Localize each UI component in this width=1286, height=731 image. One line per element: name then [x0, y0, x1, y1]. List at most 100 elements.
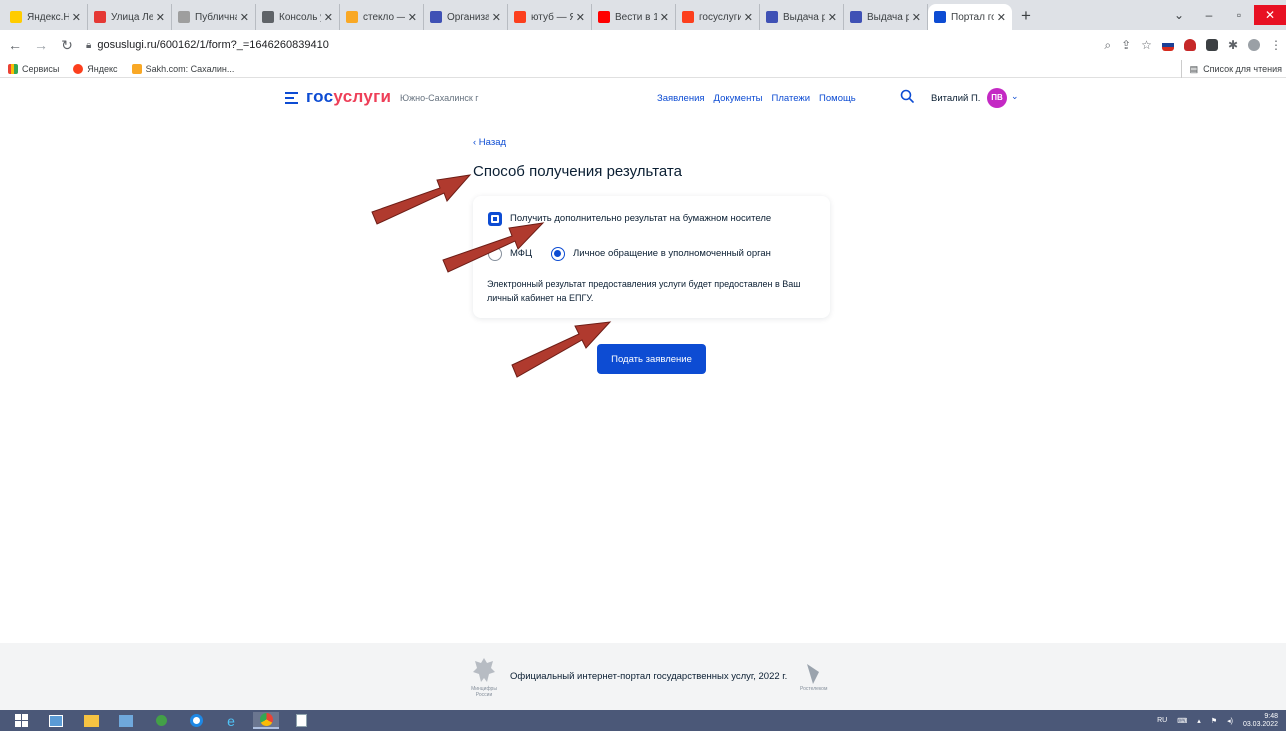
submit-application-button[interactable]: Подать заявление [597, 344, 706, 374]
tab-title: Публичная ка [195, 11, 237, 23]
reload-icon[interactable]: ↻ [56, 37, 78, 54]
extension-flag-icon[interactable] [1161, 39, 1174, 51]
tab-favicon-icon [766, 11, 778, 23]
maximize-icon[interactable]: ▫ [1224, 8, 1254, 22]
nav-payments[interactable]: Платежи [772, 93, 811, 104]
reading-list-button[interactable]: ▤ Список для чтения [1180, 60, 1282, 78]
back-arrow-icon[interactable]: ← [4, 37, 26, 53]
browser-tab[interactable]: Консоль упра✕ [256, 4, 340, 30]
share-icon[interactable]: ⇪ [1121, 38, 1131, 52]
user-name[interactable]: Виталий П. [931, 93, 980, 104]
tab-search-icon[interactable]: ⌄ [1164, 8, 1194, 22]
bookmark-yandex[interactable]: Яндекс [73, 63, 118, 74]
forward-arrow-icon[interactable]: → [30, 37, 52, 53]
tab-close-icon[interactable]: ✕ [997, 11, 1006, 24]
top-navigation: Заявления Документы Платежи Помощь [657, 93, 856, 104]
network-icon[interactable]: ⚑ [1211, 717, 1217, 725]
tab-title: Выдача разре [783, 11, 825, 23]
profile-icon[interactable] [1248, 39, 1260, 51]
radio-mfc[interactable] [488, 247, 502, 261]
browser-tab[interactable]: Яндекс.Новос✕ [4, 4, 88, 30]
site-footer: Минцифры России Официальный интернет-пор… [0, 643, 1286, 710]
rostelecom-logo-icon [807, 664, 819, 684]
browser-tab[interactable]: Улица Ленина✕ [88, 4, 172, 30]
bookmark-services[interactable]: Сервисы [8, 63, 59, 74]
page-title: Способ получения результата [473, 163, 682, 180]
security-shield-icon[interactable] [148, 712, 174, 729]
radio-mfc-label[interactable]: МФЦ [510, 248, 532, 259]
control-panel-icon[interactable] [113, 712, 139, 729]
tab-favicon-icon [10, 11, 22, 23]
paper-result-checkbox[interactable] [488, 212, 502, 226]
browser-tab[interactable]: госуслуги 65✕ [676, 4, 760, 30]
avatar[interactable]: ПВ [987, 88, 1007, 108]
footer-text: Официальный интернет-портал государствен… [510, 671, 788, 682]
address-bar[interactable]: 🔒︎ gosuslugi.ru/600162/1/form?_=16462608… [86, 34, 329, 56]
tab-close-icon[interactable]: ✕ [828, 11, 837, 24]
start-icon[interactable] [8, 712, 34, 729]
menu-dots-icon[interactable]: ⋮ [1270, 38, 1282, 52]
annotation-arrow-1 [371, 174, 472, 225]
network-app-icon[interactable] [43, 712, 69, 729]
tab-close-icon[interactable]: ✕ [912, 11, 921, 24]
chrome-icon[interactable] [253, 712, 279, 729]
nav-help[interactable]: Помощь [819, 93, 856, 104]
tab-favicon-icon [178, 11, 190, 23]
tab-title: ютуб — Янде [531, 11, 573, 23]
browser-tab[interactable]: Выдача разре✕ [844, 4, 928, 30]
internet-explorer-icon[interactable]: e [218, 712, 244, 729]
tab-close-icon[interactable]: ✕ [240, 11, 249, 24]
extensions-puzzle-icon[interactable]: ✱ [1228, 38, 1238, 52]
chevron-down-icon[interactable]: ⌄ [1011, 91, 1019, 102]
star-icon[interactable]: ☆ [1141, 38, 1152, 52]
tab-close-icon[interactable]: ✕ [324, 11, 333, 24]
hint-text: Электронный результат предоставления усл… [487, 279, 801, 303]
browser-tab[interactable]: Портал госуд✕ [928, 4, 1012, 30]
paper-result-label[interactable]: Получить дополнительно результат на бума… [510, 213, 771, 224]
tab-title: Организация [447, 11, 489, 23]
notepad-icon[interactable] [288, 712, 314, 729]
tab-close-icon[interactable]: ✕ [744, 11, 753, 24]
bookmark-sakh[interactable]: Sakh.com: Сахалин... [131, 63, 234, 74]
keyboard-icon[interactable]: ⌨ [1177, 717, 1187, 725]
nav-applications[interactable]: Заявления [657, 93, 705, 104]
windows-taskbar: e RU ⌨ ▴ ⚑ ◂) 9:48 03.03.2022 [0, 710, 1286, 731]
browser-tab[interactable]: стекло — Sak✕ [340, 4, 424, 30]
gosuslugi-logo[interactable]: госуслуги [306, 87, 391, 107]
browser-tab[interactable]: Выдача разре✕ [760, 4, 844, 30]
browser-tab[interactable]: ютуб — Янде✕ [508, 4, 592, 30]
browser-tab[interactable]: Вести в 11:00✕ [592, 4, 676, 30]
search-icon[interactable] [900, 89, 914, 103]
file-explorer-icon[interactable] [78, 712, 104, 729]
yandex-icon [73, 63, 84, 74]
clock[interactable]: 9:48 03.03.2022 [1243, 713, 1278, 729]
tab-close-icon[interactable]: ✕ [408, 11, 417, 24]
extension-box-icon[interactable] [1205, 39, 1218, 51]
tray-expand-icon[interactable]: ▴ [1197, 717, 1201, 725]
site-header: госуслуги Южно-Сахалинск г Заявления Док… [0, 80, 1286, 120]
browser-tab[interactable]: Публичная ка✕ [172, 4, 256, 30]
region-selector[interactable]: Южно-Сахалинск г [400, 93, 479, 103]
minimize-icon[interactable]: – [1194, 8, 1224, 22]
menu-burger-icon[interactable] [285, 92, 298, 104]
result-method-card: Получить дополнительно результат на бума… [473, 196, 830, 318]
tab-title: Вести в 11:00 [615, 11, 657, 23]
browser-tab[interactable]: Организация✕ [424, 4, 508, 30]
tab-close-icon[interactable]: ✕ [156, 11, 165, 24]
tab-close-icon[interactable]: ✕ [660, 11, 669, 24]
radio-personal-visit-label[interactable]: Личное обращение в уполномоченный орган [573, 248, 771, 259]
tab-close-icon[interactable]: ✕ [72, 11, 81, 24]
tab-close-icon[interactable]: ✕ [576, 11, 585, 24]
reading-list-icon: ▤ [1189, 63, 1199, 74]
nav-documents[interactable]: Документы [714, 93, 763, 104]
language-indicator[interactable]: RU [1157, 717, 1167, 724]
tab-close-icon[interactable]: ✕ [492, 11, 501, 24]
new-tab-button[interactable]: + [1012, 4, 1040, 30]
radio-personal-visit[interactable] [551, 247, 565, 261]
extension-shield-icon[interactable] [1183, 39, 1196, 51]
close-window-icon[interactable]: ✕ [1254, 5, 1286, 25]
volume-icon[interactable]: ◂) [1227, 717, 1233, 725]
back-link[interactable]: ‹ Назад [473, 137, 506, 148]
zoom-icon[interactable]: ⌕ [1104, 38, 1111, 53]
app-c-icon[interactable] [183, 712, 209, 729]
